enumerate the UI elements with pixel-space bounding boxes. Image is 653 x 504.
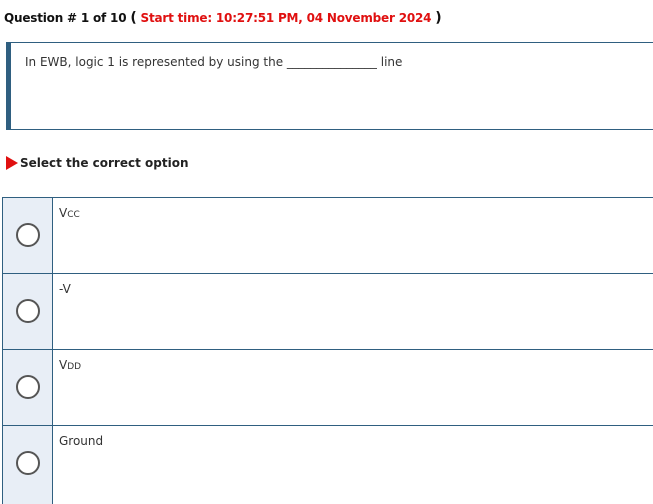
question-header: Question # 1 of 10 ( Start time: 10:27:5… bbox=[4, 10, 442, 26]
play-arrow-icon bbox=[6, 156, 18, 170]
open-paren: ( bbox=[130, 10, 137, 26]
option-3-radio-cell[interactable] bbox=[2, 350, 53, 425]
question-text-before: In EWB, logic 1 is represented by using … bbox=[25, 55, 284, 69]
option-3-label[interactable]: VDD bbox=[53, 350, 81, 425]
option-1-main: V bbox=[59, 206, 68, 220]
option-2-radio-cell[interactable] bbox=[2, 274, 53, 349]
option-4-main: Ground bbox=[59, 434, 104, 448]
option-4-radio[interactable] bbox=[16, 451, 40, 475]
option-3-main: V bbox=[59, 358, 68, 372]
question-number: Question # 1 of 10 bbox=[4, 11, 127, 25]
question-blank: _______________ bbox=[286, 55, 377, 69]
option-1-sub: CC bbox=[67, 210, 80, 220]
option-4-label[interactable]: Ground bbox=[53, 426, 103, 504]
select-prompt-label: Select the correct option bbox=[20, 156, 189, 170]
option-1[interactable]: VCC bbox=[2, 198, 653, 274]
option-3-sub: DD bbox=[67, 362, 82, 372]
option-2-radio[interactable] bbox=[16, 299, 40, 323]
option-4-radio-cell[interactable] bbox=[2, 426, 53, 504]
option-3[interactable]: VDD bbox=[2, 350, 653, 426]
option-1-radio[interactable] bbox=[16, 223, 40, 247]
option-2-label[interactable]: -V bbox=[53, 274, 71, 349]
start-time: Start time: 10:27:51 PM, 04 November 202… bbox=[140, 11, 432, 25]
close-paren: ) bbox=[435, 10, 442, 26]
option-2-main: -V bbox=[59, 282, 71, 296]
option-1-radio-cell[interactable] bbox=[2, 198, 53, 273]
option-2[interactable]: -V bbox=[2, 274, 653, 350]
question-box: In EWB, logic 1 is represented by using … bbox=[6, 42, 653, 130]
select-prompt: Select the correct option bbox=[6, 156, 189, 170]
question-text-after: line bbox=[380, 55, 403, 69]
option-4[interactable]: Ground bbox=[2, 426, 653, 504]
option-1-label[interactable]: VCC bbox=[53, 198, 80, 273]
question-text: In EWB, logic 1 is represented by using … bbox=[25, 55, 402, 69]
options-list: VCC -V VDD Ground bbox=[2, 197, 653, 504]
option-3-radio[interactable] bbox=[16, 375, 40, 399]
